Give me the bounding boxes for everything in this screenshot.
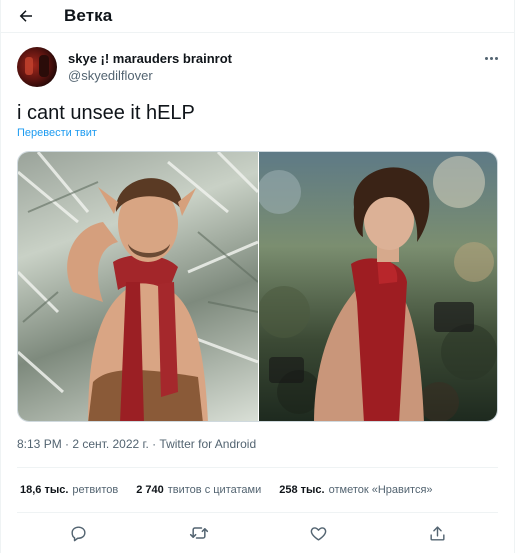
media-image-right[interactable] bbox=[259, 152, 497, 421]
back-button[interactable] bbox=[14, 4, 38, 28]
retweets-label: ретвитов bbox=[72, 484, 119, 496]
likes-stat[interactable]: 258 тыс. отметок «Нравится» bbox=[279, 484, 432, 496]
media-grid bbox=[17, 151, 498, 422]
tweet-text: i cant unsee it hELP bbox=[17, 102, 195, 124]
quotes-count: 2 740 bbox=[136, 484, 164, 496]
author-display-name[interactable]: skye ¡! marauders brainrot bbox=[68, 51, 232, 66]
translate-tweet-link[interactable]: Перевести твит bbox=[17, 127, 97, 139]
likes-label: отметок «Нравится» bbox=[328, 484, 433, 496]
retweet-icon bbox=[189, 527, 209, 539]
retweets-count: 18,6 тыс. bbox=[20, 484, 69, 496]
reply-icon bbox=[70, 525, 86, 541]
more-options-button[interactable] bbox=[480, 50, 502, 66]
action-bar bbox=[0, 520, 515, 546]
avatar[interactable] bbox=[17, 47, 57, 87]
stats-divider-top bbox=[17, 467, 498, 468]
quotes-stat[interactable]: 2 740 твитов с цитатами bbox=[136, 484, 261, 496]
arrow-left-icon bbox=[19, 10, 32, 22]
share-button[interactable] bbox=[424, 520, 450, 546]
media-image-left[interactable] bbox=[18, 152, 258, 421]
share-icon bbox=[429, 525, 445, 541]
author-handle[interactable]: @skyedilflover bbox=[68, 68, 153, 83]
like-button[interactable] bbox=[305, 520, 331, 546]
left-border bbox=[0, 0, 1, 553]
header-divider bbox=[0, 32, 515, 33]
more-dot-icon bbox=[484, 56, 488, 60]
tweet-timestamp[interactable]: 8:13 PM · 2 сент. 2022 г. · Twitter for … bbox=[17, 437, 256, 451]
stats-divider-bottom bbox=[17, 512, 498, 513]
quotes-label: твитов с цитатами bbox=[167, 484, 262, 496]
page-title: Ветка bbox=[64, 6, 113, 25]
retweets-stat[interactable]: 18,6 тыс. ретвитов bbox=[20, 484, 118, 496]
likes-count: 258 тыс. bbox=[279, 484, 325, 496]
like-icon bbox=[310, 526, 326, 541]
top-bar: Ветка bbox=[0, 0, 515, 32]
engagement-stats: 18,6 тыс. ретвитов 2 740 твитов с цитата… bbox=[20, 484, 433, 496]
retweet-button[interactable] bbox=[186, 520, 212, 546]
reply-button[interactable] bbox=[65, 520, 91, 546]
